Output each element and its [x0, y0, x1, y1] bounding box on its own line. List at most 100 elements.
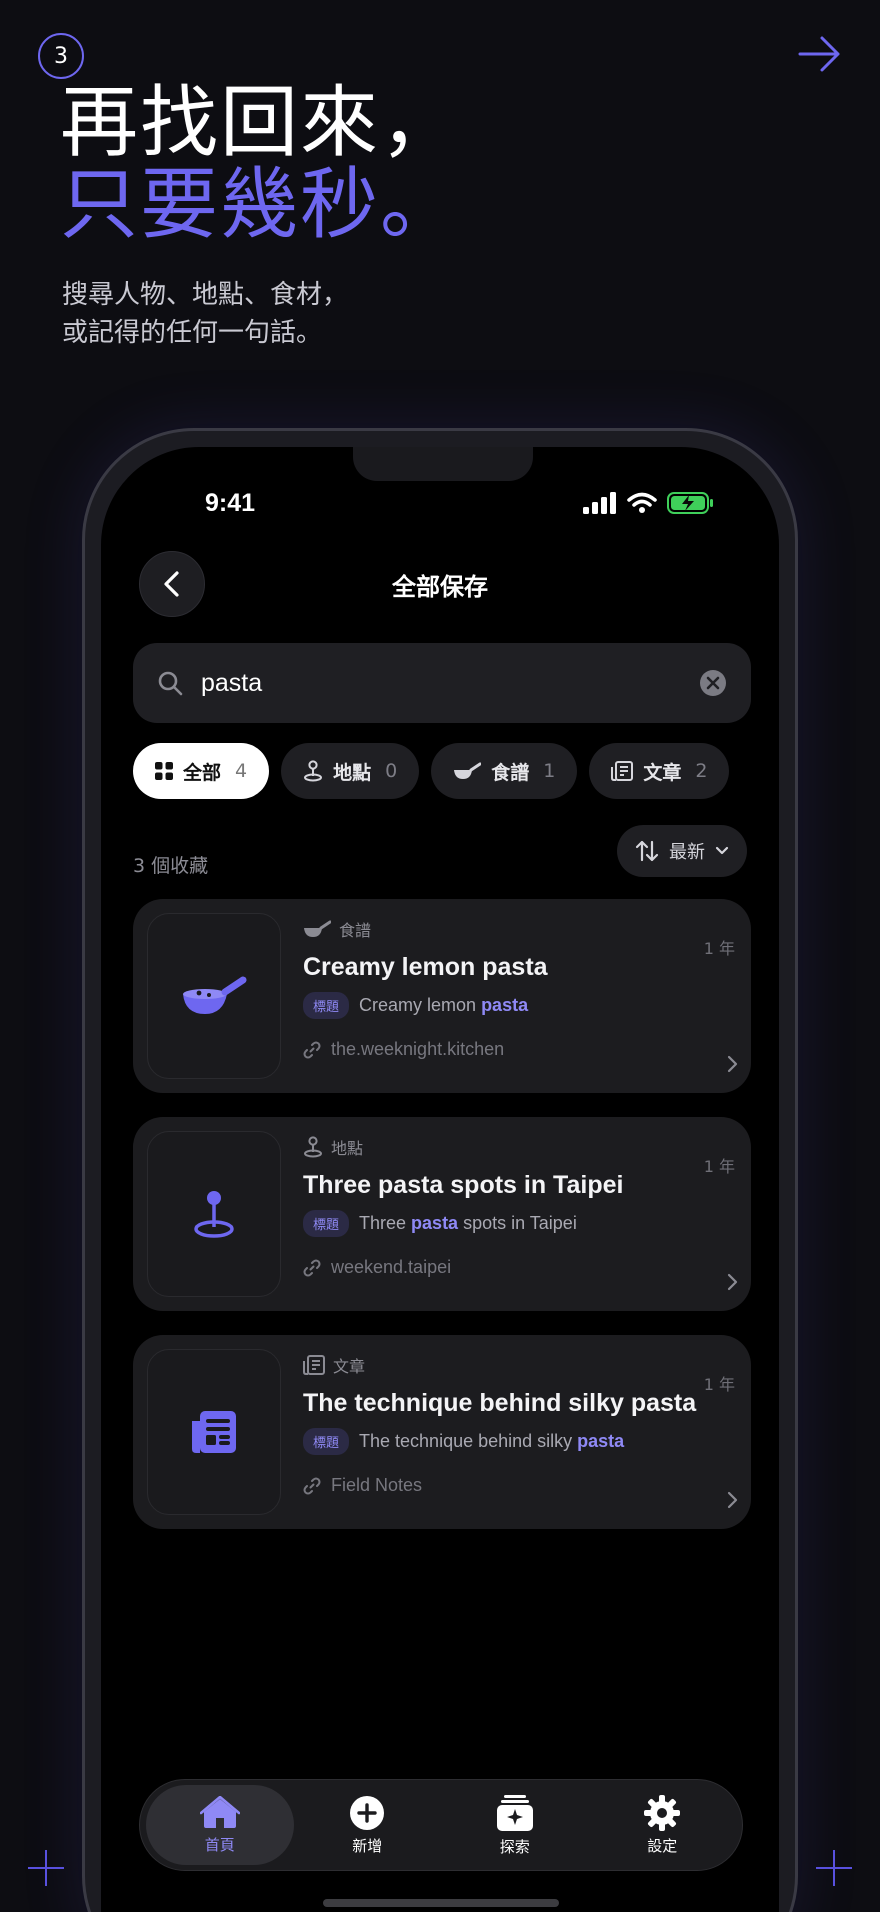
- filter-chip-count: 4: [235, 760, 248, 782]
- location-pin-icon: [304, 760, 323, 782]
- card-category: 地點: [303, 1135, 735, 1159]
- filter-chip-label: 食譜: [491, 761, 530, 784]
- article-icon: [611, 761, 634, 781]
- match-highlight: pasta: [481, 995, 529, 1015]
- grid-icon: [155, 762, 173, 780]
- match-text: Creamy lemon pasta: [359, 995, 529, 1015]
- page-title: 全部保存: [392, 573, 488, 601]
- tab-label: 新增: [352, 1836, 383, 1855]
- chevron-right-icon: [727, 1491, 738, 1509]
- location-pin-icon: [304, 1136, 322, 1158]
- match-tag: 標題: [303, 1210, 350, 1237]
- next-arrow-icon[interactable]: [796, 30, 844, 78]
- corner-plus-decoration: [816, 1850, 852, 1886]
- explore-icon: [496, 1794, 533, 1831]
- clear-icon[interactable]: [699, 669, 727, 697]
- card-match: 標題 The technique behind silky pasta: [303, 1428, 735, 1455]
- chevron-right-icon: [727, 1055, 738, 1073]
- sort-button[interactable]: 最新: [617, 825, 747, 877]
- card-category: 食譜: [303, 917, 735, 941]
- tab-explore[interactable]: 探索: [441, 1785, 589, 1865]
- card-match: 標題 Creamy lemon pasta: [303, 992, 735, 1019]
- headline: 再找回來， 只要幾秒。: [60, 82, 460, 246]
- tab-bar: 首頁 新增 探索 設定: [139, 1779, 743, 1871]
- headline-line-2: 只要幾秒。: [60, 160, 461, 250]
- status-time: 9:41: [205, 489, 256, 517]
- match-highlight: pasta: [577, 1431, 625, 1451]
- filter-chip-count: 1: [543, 760, 556, 782]
- plus-circle-icon: [350, 1795, 385, 1830]
- card-age: 1 年: [703, 1157, 735, 1176]
- sort-label: 最新: [669, 842, 705, 863]
- subtext: 搜尋人物、地點、食材， 或記得的任何一句話。: [62, 276, 348, 352]
- battery-icon: [667, 492, 713, 514]
- link-icon: [303, 1477, 321, 1494]
- card-source-label: weekend.taipei: [331, 1257, 452, 1277]
- home-icon: [199, 1795, 240, 1828]
- pan-icon: [454, 762, 482, 779]
- card-category-label: 食譜: [339, 921, 372, 940]
- phone-screen: 9:41 全部保存 pasta 全部 4 地點 0 食譜 1 文章 2 3 個收…: [101, 447, 779, 1912]
- signal-icon: [583, 492, 616, 514]
- corner-plus-decoration: [28, 1850, 64, 1886]
- card-category-label: 文章: [333, 1357, 366, 1376]
- card-category-label: 地點: [331, 1139, 364, 1158]
- article-icon: [303, 1355, 325, 1375]
- card-source-label: the.weeknight.kitchen: [331, 1039, 505, 1059]
- wifi-icon: [627, 492, 657, 513]
- result-card-article[interactable]: 文章 1 年 The technique behind silky pasta …: [133, 1335, 751, 1529]
- result-card-place[interactable]: 地點 1 年 Three pasta spots in Taipei 標題 Th…: [133, 1117, 751, 1311]
- status-icons: [583, 491, 715, 515]
- search-input[interactable]: [201, 668, 699, 698]
- filter-chip-count: 2: [695, 760, 708, 782]
- match-text: The technique behind silky pasta: [359, 1431, 625, 1451]
- pan-icon: [183, 976, 247, 1014]
- card-thumbnail: [147, 1131, 281, 1297]
- card-source: Field Notes: [303, 1475, 735, 1496]
- filter-chip-label: 文章: [643, 761, 682, 784]
- tab-label: 設定: [647, 1836, 678, 1855]
- results-list: 食譜 1 年 Creamy lemon pasta 標題 Creamy lemo…: [133, 899, 751, 1553]
- filter-chip-count: 0: [385, 760, 398, 782]
- search-icon: [158, 671, 183, 696]
- match-text: Three pasta spots in Taipei: [359, 1213, 577, 1233]
- results-count: 3 個收藏: [133, 855, 209, 877]
- tab-label: 探索: [499, 1837, 530, 1856]
- filter-chip-articles[interactable]: 文章 2: [589, 743, 730, 799]
- sort-icon: [635, 840, 659, 862]
- notch: [353, 447, 533, 481]
- phone-frame: 9:41 全部保存 pasta 全部 4 地點 0 食譜 1 文章 2 3 個收…: [82, 428, 798, 1912]
- card-match: 標題 Three pasta spots in Taipei: [303, 1210, 735, 1237]
- link-icon: [303, 1259, 321, 1276]
- card-age: 1 年: [703, 939, 735, 958]
- result-card-recipe[interactable]: 食譜 1 年 Creamy lemon pasta 標題 Creamy lemo…: [133, 899, 751, 1093]
- filter-chip-recipes[interactable]: 食譜 1: [431, 743, 578, 799]
- step-badge: 3: [38, 33, 84, 79]
- gear-icon: [644, 1794, 681, 1831]
- card-category: 文章: [303, 1353, 735, 1377]
- subtext-line-1: 搜尋人物、地點、食材，: [62, 280, 349, 310]
- search-bar[interactable]: [133, 643, 751, 723]
- tab-add[interactable]: 新增: [294, 1785, 442, 1865]
- card-title: The technique behind silky pasta: [303, 1389, 697, 1417]
- article-icon: [192, 1411, 236, 1453]
- filter-chip-label: 地點: [333, 761, 372, 784]
- filter-chip-label: 全部: [183, 761, 222, 784]
- match-tag: 標題: [303, 1428, 350, 1455]
- filter-chip-all[interactable]: 全部 4: [133, 743, 270, 799]
- card-body: 文章 1 年 The technique behind silky pasta …: [303, 1353, 735, 1496]
- location-pin-icon: [194, 1191, 234, 1238]
- card-source: weekend.taipei: [303, 1257, 735, 1278]
- filter-chip-places[interactable]: 地點 0: [281, 743, 420, 799]
- chevron-right-icon: [727, 1273, 738, 1291]
- tab-settings[interactable]: 設定: [589, 1785, 737, 1865]
- link-icon: [303, 1041, 321, 1058]
- home-indicator: [323, 1899, 559, 1907]
- card-body: 地點 1 年 Three pasta spots in Taipei 標題 Th…: [303, 1135, 735, 1278]
- match-highlight: pasta: [411, 1213, 459, 1233]
- tab-home[interactable]: 首頁: [146, 1785, 294, 1865]
- tab-label: 首頁: [204, 1835, 235, 1854]
- match-tag: 標題: [303, 992, 350, 1019]
- card-age: 1 年: [703, 1375, 735, 1394]
- card-source-label: Field Notes: [331, 1475, 423, 1495]
